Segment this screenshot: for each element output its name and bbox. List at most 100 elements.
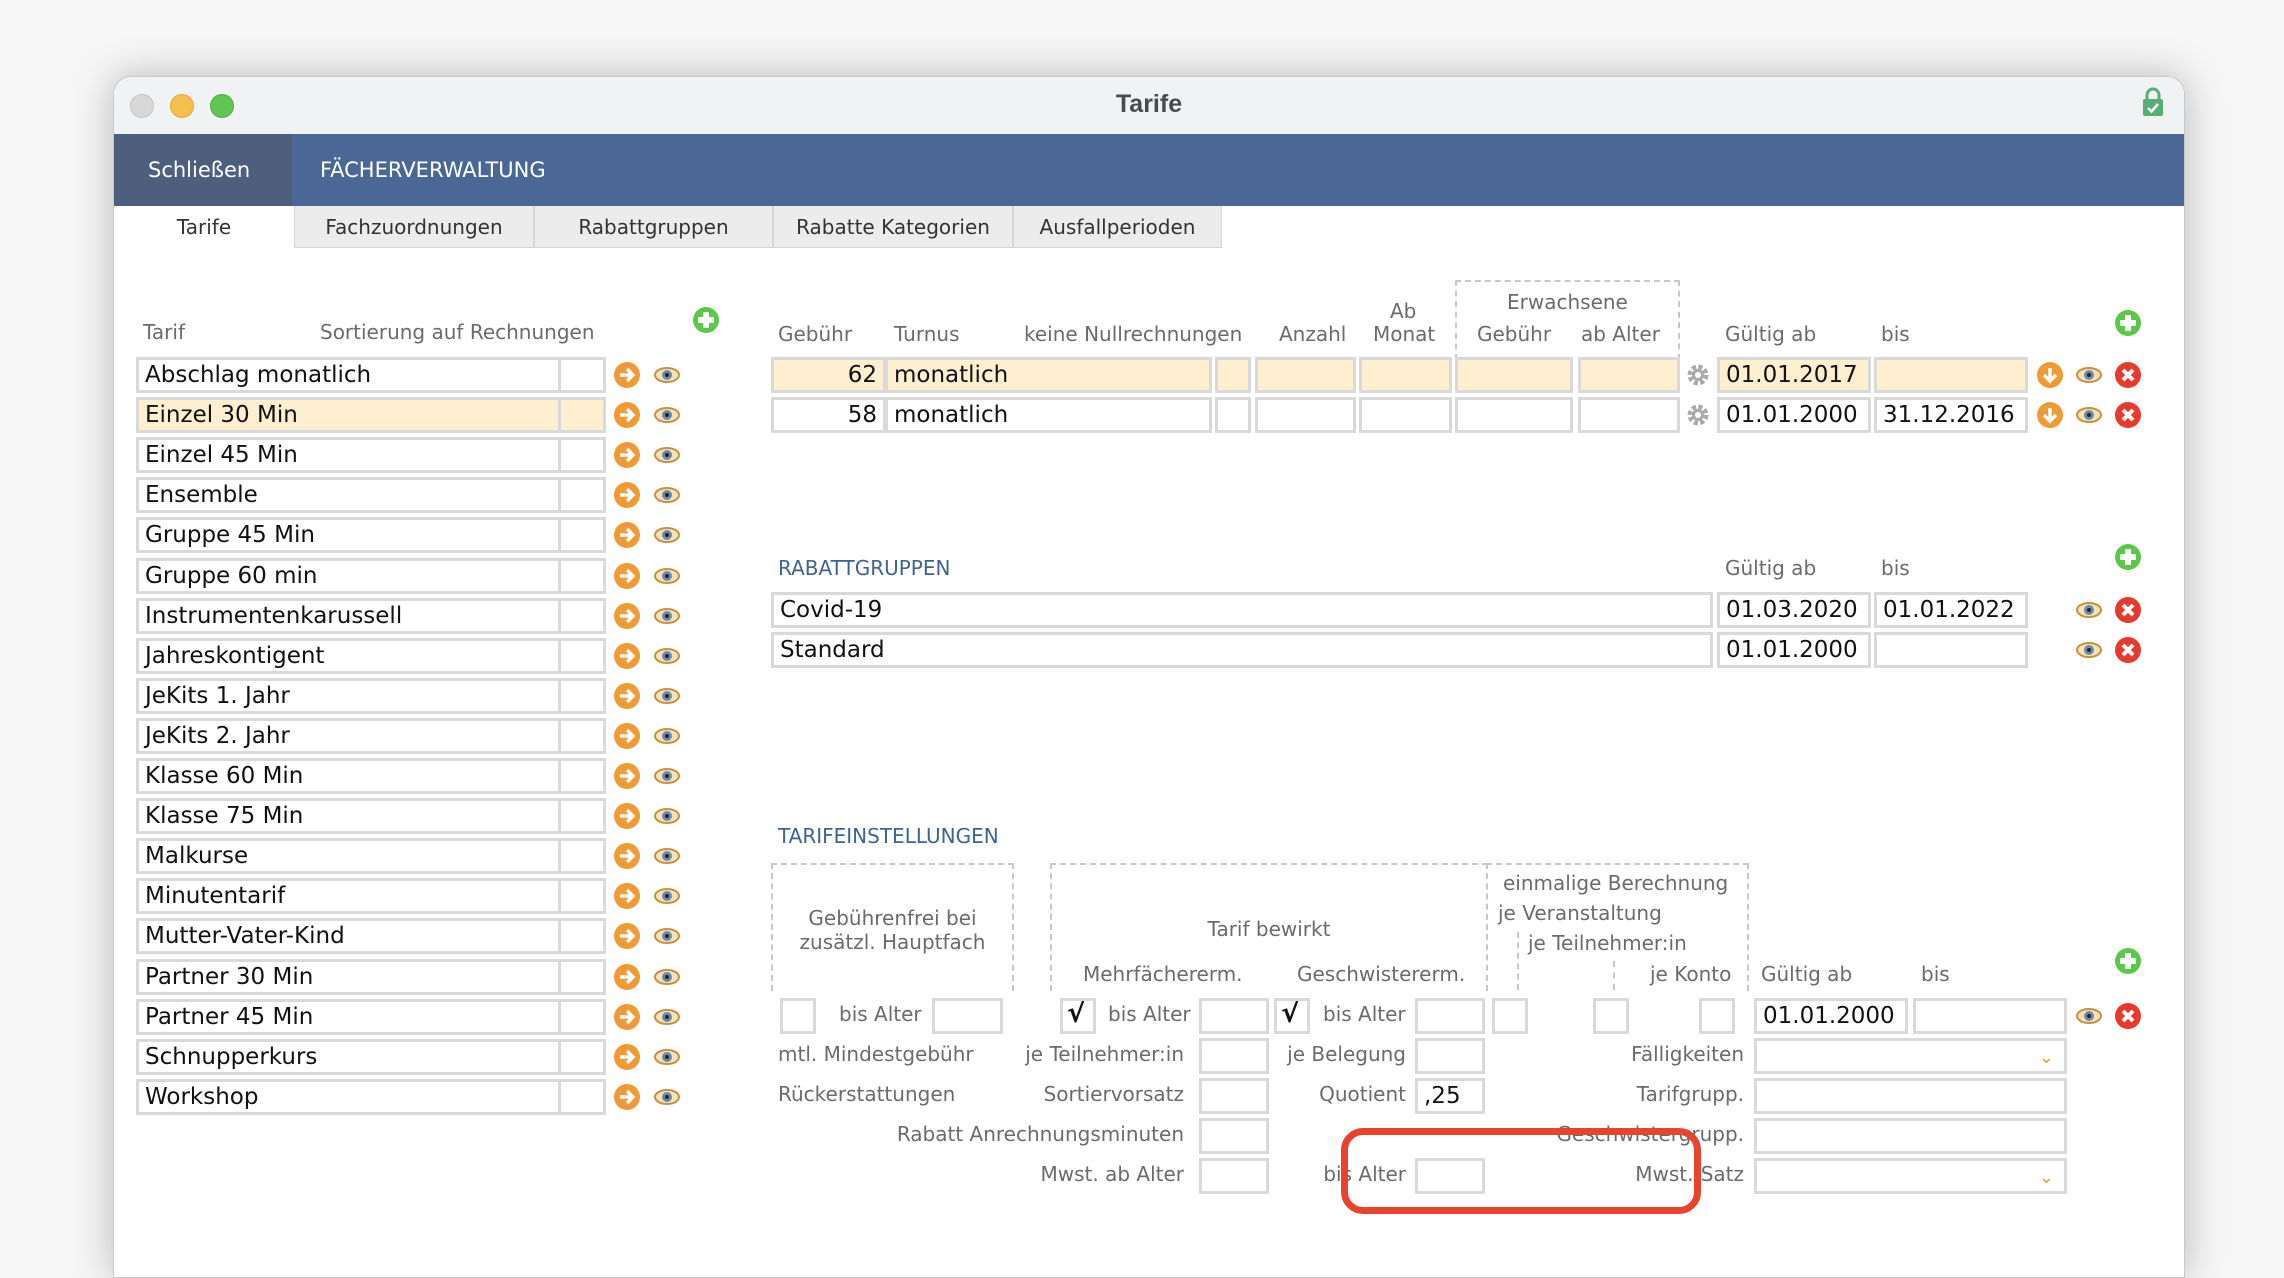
tarif-name-field[interactable]: Einzel 30 Min [136, 397, 563, 434]
gear-icon[interactable] [1685, 362, 1711, 388]
open-arrow-icon[interactable] [614, 602, 640, 629]
tab-fachzuordnungen[interactable]: Fachzuordnungen [294, 206, 534, 248]
open-arrow-icon[interactable] [614, 883, 640, 910]
fee-gueltig-ab-input[interactable]: 01.01.2000 [1717, 397, 1871, 434]
add-tarif-icon[interactable] [693, 307, 719, 333]
add-fee-icon[interactable] [2115, 310, 2141, 336]
geschwistererm-bis-alter-input[interactable] [1415, 998, 1485, 1034]
tarif-sort-field[interactable] [558, 437, 606, 474]
view-eye-icon[interactable] [2076, 637, 2102, 663]
view-eye-icon[interactable] [654, 1084, 680, 1110]
view-eye-icon[interactable] [654, 843, 680, 869]
fee-gueltig-ab-input[interactable]: 01.01.2017 [1717, 357, 1871, 393]
view-eye-icon[interactable] [654, 442, 680, 468]
delete-rabattgruppe-icon[interactable] [2115, 637, 2141, 664]
open-arrow-icon[interactable] [614, 963, 640, 990]
view-eye-icon[interactable] [654, 964, 680, 990]
view-eye-icon[interactable] [654, 683, 680, 709]
delete-fee-icon[interactable] [2115, 402, 2141, 429]
erwachsene-ab-alter-input[interactable] [1578, 397, 1680, 434]
open-arrow-icon[interactable] [614, 522, 640, 549]
tarif-name-field[interactable]: Mutter-Vater-Kind [136, 918, 563, 955]
tarif-sort-field[interactable] [558, 958, 606, 995]
tarif-name-field[interactable]: Partner 30 Min [136, 958, 563, 995]
tarif-name-field[interactable]: Minutentarif [136, 878, 563, 915]
ab-monat-input[interactable] [1359, 357, 1452, 393]
mwst-satz-select[interactable]: ⌄ [1754, 1158, 2067, 1194]
tarif-name-field[interactable]: Workshop [136, 1078, 563, 1115]
view-eye-icon[interactable] [654, 1004, 680, 1030]
rabatt-gueltig-ab-input[interactable]: 01.03.2020 [1717, 592, 1871, 628]
tab-ausfallperioden[interactable]: Ausfallperioden [1013, 206, 1222, 248]
rabattgruppe-name-input[interactable]: Standard [771, 632, 1713, 669]
tarif-sort-field[interactable] [558, 1038, 606, 1075]
tarif-sort-field[interactable] [558, 677, 606, 714]
tarif-name-field[interactable]: Einzel 45 Min [136, 437, 563, 474]
gebuehrenfrei-checkbox[interactable] [780, 998, 816, 1034]
open-arrow-icon[interactable] [614, 1083, 640, 1110]
turnus-input[interactable]: monatlich [885, 357, 1212, 393]
fee-bis-input[interactable] [1874, 357, 2028, 393]
faelligkeiten-select[interactable]: ⌄ [1754, 1038, 2067, 1074]
tarif-sort-field[interactable] [558, 838, 606, 875]
keine-nullrechnungen-checkbox[interactable] [1215, 357, 1251, 393]
tarif-sort-field[interactable] [558, 798, 606, 835]
keine-nullrechnungen-checkbox[interactable] [1215, 397, 1251, 434]
je-konto-checkbox[interactable] [1699, 998, 1735, 1034]
open-arrow-icon[interactable] [614, 1043, 640, 1070]
view-eye-icon[interactable] [654, 803, 680, 829]
gebuehr-input[interactable]: 58 [771, 397, 886, 434]
view-eye-icon[interactable] [654, 723, 680, 749]
open-arrow-icon[interactable] [614, 843, 640, 870]
add-setting-icon[interactable] [2115, 948, 2141, 974]
je-veranstaltung-checkbox[interactable] [1492, 998, 1528, 1034]
mehrfachererm-checkbox[interactable]: √ [1060, 998, 1096, 1034]
tarif-sort-field[interactable] [558, 557, 606, 594]
tab-rabatte-kategorien[interactable]: Rabatte Kategorien [773, 206, 1013, 248]
tarif-name-field[interactable]: Malkurse [136, 838, 563, 875]
tarif-name-field[interactable]: Gruppe 60 min [136, 557, 563, 594]
tarif-name-field[interactable]: Schnupperkurs [136, 1038, 563, 1075]
settings-bis-input[interactable] [1913, 998, 2067, 1034]
view-eye-icon[interactable] [654, 563, 680, 589]
view-eye-icon[interactable] [654, 402, 680, 428]
mehrfachererm-bis-alter-input[interactable] [1199, 998, 1269, 1034]
open-arrow-icon[interactable] [614, 642, 640, 669]
view-eye-icon[interactable] [2076, 597, 2102, 623]
tab-tarife[interactable]: Tarife [114, 206, 294, 248]
gebuehrenfrei-bis-alter-input[interactable] [932, 998, 1003, 1034]
geschwistererm-checkbox[interactable]: √ [1274, 998, 1310, 1034]
quotient-input[interactable]: ,25 [1415, 1078, 1485, 1114]
tarif-sort-field[interactable] [558, 717, 606, 754]
view-eye-icon[interactable] [654, 1044, 680, 1070]
view-eye-icon[interactable] [654, 482, 680, 508]
open-arrow-icon[interactable] [614, 362, 640, 388]
tab-rabattgruppen[interactable]: Rabattgruppen [534, 206, 773, 248]
tarif-sort-field[interactable] [558, 758, 606, 794]
open-arrow-icon[interactable] [614, 722, 640, 749]
rabatt-gueltig-ab-input[interactable]: 01.01.2000 [1717, 632, 1871, 669]
tarif-sort-field[interactable] [558, 357, 606, 393]
delete-fee-icon[interactable] [2115, 362, 2141, 388]
open-arrow-icon[interactable] [614, 1003, 640, 1030]
gear-icon[interactable] [1685, 402, 1711, 428]
tarif-name-field[interactable]: Instrumentenkarussell [136, 597, 563, 634]
view-eye-icon[interactable] [654, 603, 680, 629]
turnus-input[interactable]: monatlich [885, 397, 1212, 434]
tarif-name-field[interactable]: Ensemble [136, 477, 563, 514]
open-arrow-icon[interactable] [614, 442, 640, 469]
rabatt-anrechnungsminuten-input[interactable] [1199, 1118, 1269, 1154]
anzahl-input[interactable] [1255, 397, 1356, 434]
tarif-sort-field[interactable] [558, 597, 606, 634]
geschwistergrupp-input[interactable] [1754, 1118, 2067, 1154]
tarif-name-field[interactable]: JeKits 1. Jahr [136, 677, 563, 714]
delete-setting-icon[interactable] [2115, 1003, 2141, 1029]
tarif-name-field[interactable]: Klasse 75 Min [136, 798, 563, 835]
view-eye-icon[interactable] [654, 522, 680, 548]
view-eye-icon[interactable] [654, 883, 680, 909]
down-arrow-icon[interactable] [2037, 362, 2063, 388]
view-eye-icon[interactable] [2076, 402, 2102, 428]
erwachsene-ab-alter-input[interactable] [1578, 357, 1680, 393]
view-eye-icon[interactable] [654, 923, 680, 949]
faecherverwaltung-link[interactable]: FÄCHERVERWALTUNG [292, 134, 574, 206]
